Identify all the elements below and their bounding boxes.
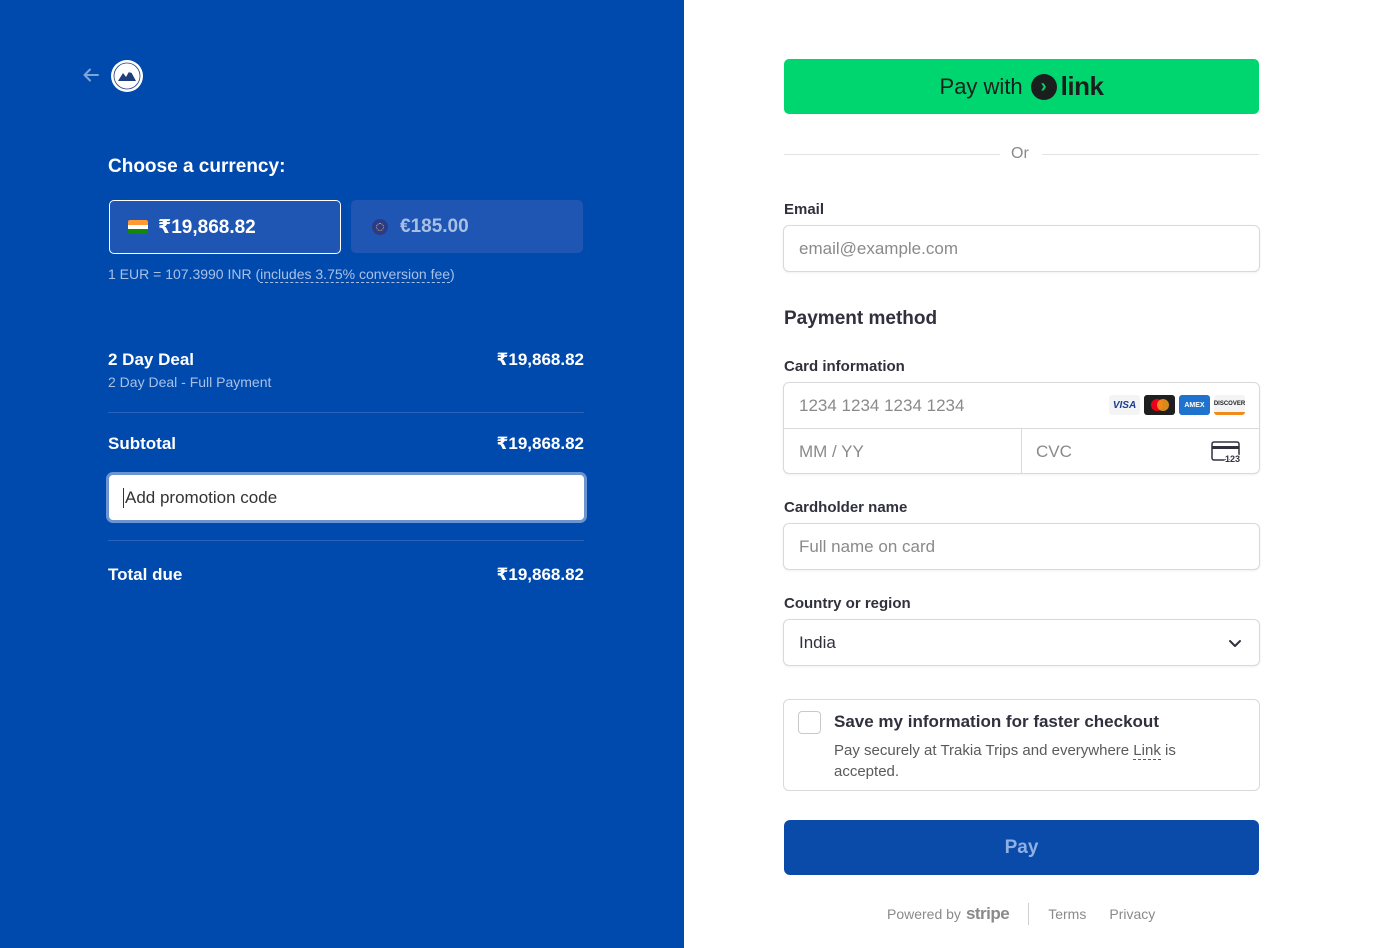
divider-right (1042, 154, 1259, 155)
save-info-title: Save my information for faster checkout (834, 712, 1159, 731)
stripe-logo[interactable]: stripe (966, 904, 1010, 924)
india-flag-icon (128, 220, 148, 234)
terms-link[interactable]: Terms (1048, 906, 1086, 922)
promotion-code-input[interactable]: Add promotion code (106, 472, 587, 523)
email-field[interactable]: email@example.com (783, 225, 1260, 272)
email-label: Email (784, 201, 825, 218)
line-item-name: 2 Day Deal (108, 350, 194, 369)
footer: Powered by stripe Terms Privacy (887, 903, 1155, 925)
conversion-fee-text[interactable]: includes 3.75% conversion fee (260, 266, 451, 283)
currency-option-inr[interactable]: ₹19,868.82 (109, 200, 341, 254)
cvc-card-icon: 123 (1211, 441, 1241, 463)
subtotal-label: Subtotal (108, 434, 176, 453)
card-cvc-placeholder: CVC (1036, 441, 1072, 461)
discover-icon: DISCOVER (1214, 395, 1245, 415)
country-select-value: India (799, 632, 836, 652)
link-brand-text: link (1060, 71, 1104, 101)
line-item-price: ₹19,868.82 (496, 350, 584, 369)
card-brands: VISA AMEX DISCOVER (1109, 395, 1245, 415)
link-info-link[interactable]: Link (1133, 742, 1161, 760)
pay-with-text: Pay with (939, 73, 1023, 99)
rate-text: 1 EUR = 107.3990 INR ( (108, 266, 261, 282)
divider-left (784, 154, 1000, 155)
text-caret (123, 487, 124, 508)
eu-flag-icon (372, 218, 388, 235)
cvc-icon-text: 123 (1225, 454, 1240, 463)
currency-option-label: ₹19,868.82 (158, 216, 256, 238)
divider (108, 540, 584, 541)
business-logo[interactable] (111, 60, 143, 92)
country-select[interactable]: India (783, 619, 1260, 666)
divider (1028, 903, 1030, 925)
save-info-desc-text: Pay securely at Trakia Trips and everywh… (834, 742, 1134, 759)
arrow-left-icon[interactable] (82, 66, 102, 86)
or-divider-text: Or (1011, 145, 1029, 162)
country-label: Country or region (784, 595, 911, 612)
save-info-checkbox[interactable] (798, 711, 821, 734)
powered-by-text: Powered by (887, 906, 961, 922)
currency-option-label: €185.00 (400, 215, 469, 237)
card-cvc-input[interactable]: CVC (1036, 429, 1072, 474)
card-number-placeholder: 1234 1234 1234 1234 (799, 395, 965, 415)
line-item-description: 2 Day Deal - Full Payment (108, 374, 272, 390)
amex-icon: AMEX (1179, 395, 1210, 415)
divider (108, 412, 584, 413)
divider (1021, 428, 1022, 474)
payment-method-heading: Payment method (784, 308, 938, 329)
link-chevron-icon: › (1030, 73, 1057, 100)
pay-with-link-button[interactable]: Pay with › link (784, 59, 1259, 114)
pay-button[interactable]: Pay (784, 820, 1259, 875)
card-information-group: 1234 1234 1234 1234 VISA AMEX DISCOVER M… (783, 382, 1260, 474)
card-information-label: Card information (784, 358, 905, 375)
card-number-input[interactable]: 1234 1234 1234 1234 (799, 383, 964, 428)
subtotal-value: ₹19,868.82 (496, 434, 584, 453)
exchange-rate-note: 1 EUR = 107.3990 INR (includes 3.75% con… (108, 266, 455, 283)
total-due-label: Total due (108, 565, 183, 584)
currency-option-eur[interactable]: €185.00 (351, 200, 583, 253)
chevron-down-icon (1229, 640, 1241, 647)
currency-heading: Choose a currency: (108, 156, 286, 177)
save-info-description: Pay securely at Trakia Trips and everywh… (834, 740, 1194, 782)
cardholder-name-label: Cardholder name (784, 499, 908, 516)
promotion-code-placeholder: Add promotion code (125, 487, 278, 507)
card-expiry-placeholder: MM / YY (799, 441, 864, 461)
email-placeholder: email@example.com (799, 238, 958, 258)
cardholder-name-placeholder: Full name on card (799, 536, 936, 556)
total-due-value: ₹19,868.82 (496, 565, 584, 584)
card-expiry-input[interactable]: MM / YY (799, 429, 864, 474)
visa-icon: VISA (1109, 395, 1140, 415)
rate-suffix: ) (450, 266, 455, 282)
cardholder-name-field[interactable]: Full name on card (783, 523, 1260, 570)
save-info-box: Save my information for faster checkout … (783, 699, 1260, 791)
privacy-link[interactable]: Privacy (1109, 906, 1155, 922)
order-summary-panel: Choose a currency: ₹19,868.82 €185.00 1 … (0, 0, 684, 948)
mastercard-icon (1144, 395, 1175, 415)
